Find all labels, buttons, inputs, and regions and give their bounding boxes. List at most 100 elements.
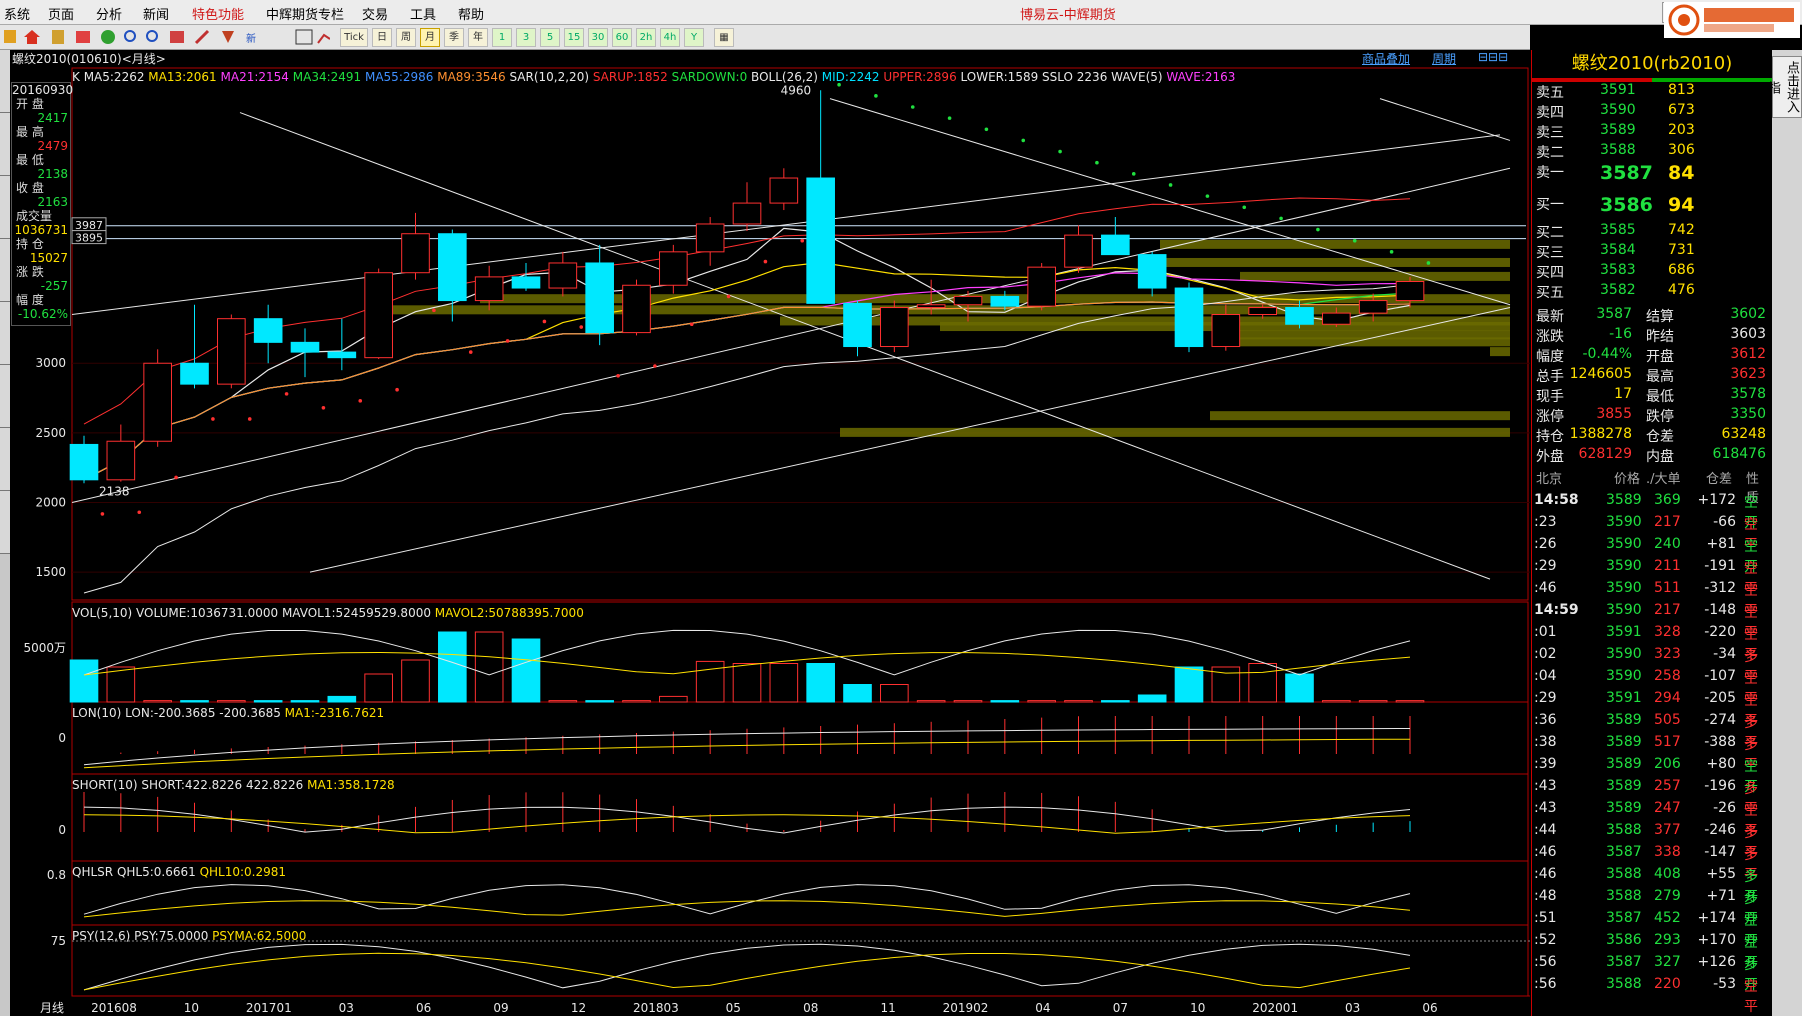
ask-price: 3590 [1600,102,1636,118]
menu-news[interactable]: 新闻 [143,4,169,23]
menu-features[interactable]: 特色功能 [192,4,244,23]
period-week[interactable]: 周 [396,28,416,47]
sar-dot [100,512,105,516]
candle-body [438,233,467,302]
sar-dot [726,294,731,299]
volume-bar [438,631,467,703]
tick-row: :43 3589 247 -26 空平 [1534,798,1770,839]
period-60m[interactable]: 60 [612,28,632,47]
menu-analysis[interactable]: 分析 [96,4,122,23]
info-label: 涨 跌 [16,265,44,279]
period-30m[interactable]: 30 [588,28,608,47]
tick-volume: 338 [1654,844,1681,860]
side-tab[interactable]: 点击进入指 [1765,50,1802,1016]
candle-body [1322,312,1351,325]
tick-position-diff: +71 [1706,888,1736,904]
tick-position-diff: -34 [1713,646,1736,662]
tick-row: :44 3588 377 -246 多平 [1534,820,1770,861]
x-tick-label: 201608 [91,1001,137,1015]
tick-price: 3586 [1606,932,1642,948]
stat-label: 结算 [1646,309,1674,325]
volume-bar [511,638,541,703]
toolbar-icons[interactable]: 新 [0,25,330,49]
menu-page[interactable]: 页面 [48,4,74,23]
qhl5-line [83,884,1411,915]
short-legend: SHORT(10) SHORT:422.8226 422.8226 MA1:35… [72,778,395,792]
stat-value: 3855 [1596,406,1632,422]
sar-dot [689,322,694,327]
tick-price: 3587 [1606,910,1642,926]
period-3m[interactable]: 3 [516,28,536,47]
tick-row: :01 3591 328 -220 空平 [1534,622,1770,663]
candle-body [659,251,688,286]
trend-line [309,307,1511,573]
lon-legend: LON(10) LON:-200.3685 -200.3685 MA1:-231… [72,706,384,720]
sar-dot [947,116,952,120]
candle-body [1211,314,1241,348]
period-5m[interactable]: 5 [540,28,560,47]
tick-price: 3589 [1606,756,1642,772]
info-label: 成交量 [16,209,53,223]
sar-dot [1131,172,1136,176]
sar-dot [284,392,289,396]
tick-header-cell: 北京 [1536,472,1563,487]
stat-row: 现手 17 最低 3578 [1534,386,1770,406]
tick-position-diff: -66 [1713,514,1736,530]
candle-body [1174,287,1204,348]
volume-bar [916,700,946,703]
ask-volume: 84 [1668,162,1695,184]
panel-border [71,860,1529,926]
period-year[interactable]: 年 [468,28,488,47]
tick-nature: 空平 [1744,979,1758,1015]
menu-help[interactable]: 帮助 [458,4,484,23]
tick-volume: 294 [1654,690,1681,706]
lon-legend-item: MA1:-2316.7621 [284,706,385,720]
x-tick-label: 201803 [633,1001,679,1015]
period-tick[interactable]: Tick [340,28,368,47]
menu-system[interactable]: 系统 [4,4,30,23]
menu-trade[interactable]: 交易 [362,4,388,23]
stat-label: 跌停 [1646,409,1674,425]
sar-dot [616,373,620,378]
volume-bar [106,666,136,703]
period-15m[interactable]: 15 [564,28,584,47]
bid-volume: 94 [1668,194,1695,216]
lon-legend-item: LON(10) [72,706,126,720]
volume-bar [1285,673,1314,703]
index-entry-tab[interactable]: 点击进入指 [1765,56,1802,118]
period-month[interactable]: 月 [420,28,440,47]
menu-tools[interactable]: 工具 [410,4,436,23]
tick-row: 14:59 3590 217 -148 空平 [1534,600,1770,641]
period-quarter[interactable]: 季 [444,28,464,47]
calendar-button[interactable]: ▦ [714,28,734,47]
qhlsr-legend-item: QHL10:0.2981 [199,865,287,879]
lon-tick: 0 [58,731,66,745]
period-2h[interactable]: 2h [636,28,656,47]
vol-legend-item: VOL(5,10) [72,606,137,620]
sar-dot [874,94,878,98]
period-1m[interactable]: 1 [492,28,512,47]
volume-bar [1101,700,1130,703]
ask-row: 卖一 3587 84 [1534,162,1770,184]
period-4h[interactable]: 4h [660,28,680,47]
bid-row: 买一 3586 94 [1534,194,1770,216]
x-tick-label: 04 [1035,1001,1050,1015]
candle-body [843,302,872,348]
period-day[interactable]: 日 [372,28,392,47]
tick-time: :46 [1534,844,1557,860]
volume-profile-bar [1240,271,1510,281]
volume-bar [1358,700,1388,703]
tick-row: :04 3590 258 -107 空平 [1534,666,1770,707]
info-label: 持 仓 [16,237,44,251]
x-tick-label: 09 [493,1001,508,1015]
sar-dot [1426,261,1431,265]
bid-price: 3583 [1600,262,1636,278]
tick-position-diff: +172 [1697,492,1736,508]
tick-volume: 279 [1654,888,1681,904]
period-custom[interactable]: Y [684,28,704,47]
menu-zhonghui-column[interactable]: 中辉期货专栏 [266,4,344,23]
tick-header-cell: 仓差 [1706,472,1733,487]
volume-bar [1248,663,1277,703]
tick-row: :56 3587 327 +126 多开 [1534,952,1770,993]
volume-bar [217,700,246,703]
